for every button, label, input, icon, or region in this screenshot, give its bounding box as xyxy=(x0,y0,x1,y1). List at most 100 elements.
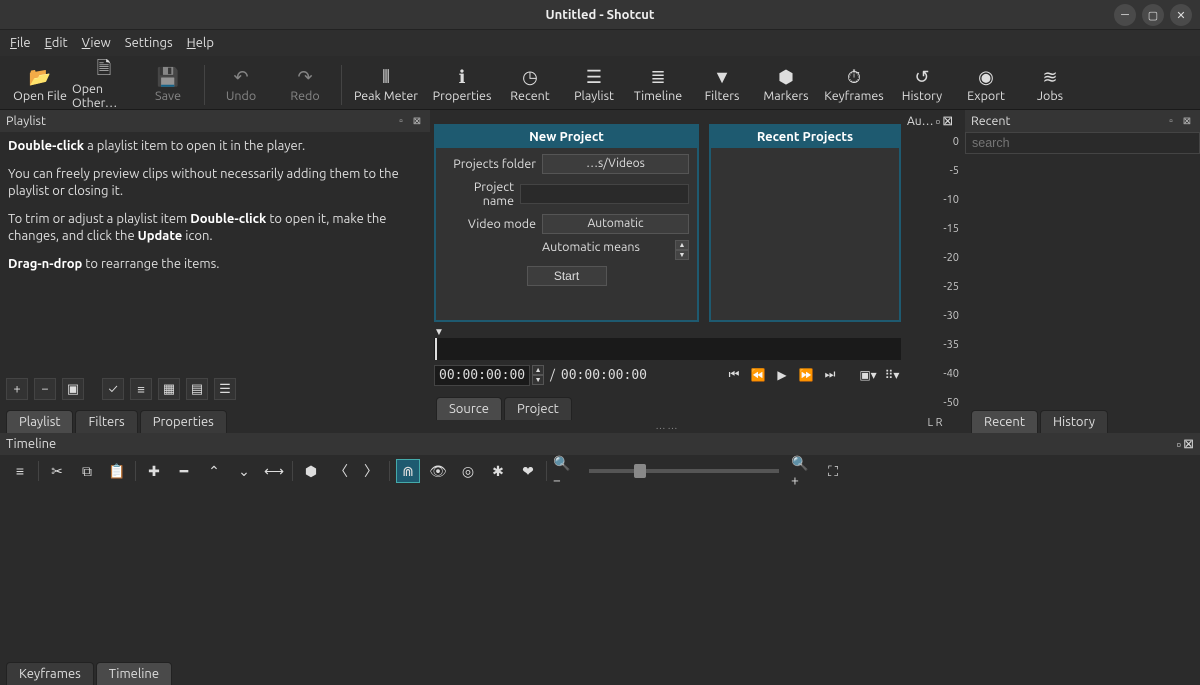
projects-folder-button[interactable]: …s/Videos xyxy=(542,154,689,174)
prev-marker-icon[interactable]: 〈 xyxy=(329,459,353,483)
ripple-icon[interactable]: ◎ xyxy=(456,459,480,483)
project-name-input[interactable] xyxy=(520,184,689,204)
panel-close-icon[interactable]: ⊠ xyxy=(410,114,424,128)
rewind-icon[interactable]: ⏪ xyxy=(749,366,767,384)
split-icon[interactable]: ⟷ xyxy=(262,459,286,483)
timeline-menu-icon[interactable]: ≡ xyxy=(8,459,32,483)
playlist-check-button[interactable]: ✓ xyxy=(102,378,124,400)
tab-playlist[interactable]: Playlist xyxy=(6,410,73,433)
minimize-button[interactable]: ─ xyxy=(1114,4,1136,26)
tab-project[interactable]: Project xyxy=(504,397,572,420)
playlist-view-tiles-button[interactable]: ▦ xyxy=(158,378,180,400)
zoom-slider[interactable] xyxy=(589,469,779,473)
timeline-button[interactable]: ≣Timeline xyxy=(626,60,690,110)
info-icon: ℹ xyxy=(459,67,466,89)
timeline-tracks[interactable] xyxy=(0,487,1200,657)
tab-keyframes[interactable]: Keyframes xyxy=(6,662,94,685)
panel-close-icon[interactable]: ⊠ xyxy=(1180,114,1194,128)
playlist-view-list-button[interactable]: ≡ xyxy=(130,378,152,400)
save-button[interactable]: 💾Save xyxy=(136,60,200,110)
ripple-markers-icon[interactable]: ❤ xyxy=(516,459,540,483)
redo-button[interactable]: ↷Redo xyxy=(273,60,337,110)
marker-add-icon[interactable]: ⬢ xyxy=(299,459,323,483)
open-file-button[interactable]: 📂Open File xyxy=(8,60,72,110)
lift-icon[interactable]: ⌃ xyxy=(202,459,226,483)
tab-properties[interactable]: Properties xyxy=(140,410,227,433)
copy-icon[interactable]: ⧉ xyxy=(75,459,99,483)
tab-filters[interactable]: Filters xyxy=(75,410,137,433)
panel-float-icon[interactable]: ▫ xyxy=(394,114,408,128)
close-button[interactable]: ✕ xyxy=(1170,4,1192,26)
center-viewer: New Project Projects folder …s/Videos Pr… xyxy=(430,110,905,433)
panel-float-icon[interactable]: ▫ xyxy=(936,114,941,129)
paste-icon[interactable]: 📋 xyxy=(105,459,129,483)
append-icon[interactable]: ✚ xyxy=(142,459,166,483)
menu-settings[interactable]: Settings xyxy=(125,36,173,50)
history-button[interactable]: ↺History xyxy=(890,60,954,110)
recent-projects-title: Recent Projects xyxy=(711,126,899,148)
tab-timeline[interactable]: Timeline xyxy=(96,662,172,685)
keyframes-button[interactable]: ⏱Keyframes xyxy=(818,60,890,110)
panel-close-icon[interactable]: ⊠ xyxy=(1183,437,1194,452)
peak-meter-button[interactable]: ⫴Peak Meter xyxy=(346,60,426,110)
menu-edit[interactable]: Edit xyxy=(45,36,68,50)
recent-button[interactable]: ◷Recent xyxy=(498,60,562,110)
zoom-fit-icon[interactable]: ▣▾ xyxy=(859,366,877,384)
remove-icon[interactable]: ━ xyxy=(172,459,196,483)
markers-button[interactable]: ⬢Markers xyxy=(754,60,818,110)
menu-file[interactable]: File xyxy=(10,36,31,50)
menu-view[interactable]: View xyxy=(82,36,111,50)
zoom-handle[interactable] xyxy=(634,464,646,478)
panel-float-icon[interactable]: ▫ xyxy=(1164,114,1178,128)
tc-up-icon[interactable]: ▲ xyxy=(532,365,544,375)
snap-icon[interactable]: ⋒ xyxy=(396,459,420,483)
zoom-fit-timeline-icon[interactable]: ⛶ xyxy=(821,459,845,483)
menu-help[interactable]: Help xyxy=(187,36,214,50)
playlist-add-button[interactable]: + xyxy=(6,378,28,400)
scrub-audio-icon[interactable]: 👁 xyxy=(426,459,450,483)
tc-down-icon[interactable]: ▼ xyxy=(532,375,544,385)
open-other-button[interactable]: 🗎Open Other… xyxy=(72,60,136,110)
marker-handle-icon[interactable]: ▼ xyxy=(430,326,905,338)
hint-scroll-down-icon[interactable]: ▼ xyxy=(675,250,689,260)
export-button[interactable]: ◉Export xyxy=(954,60,1018,110)
funnel-icon: ▼ xyxy=(713,67,731,89)
next-marker-icon[interactable]: 〉 xyxy=(359,459,383,483)
jobs-button[interactable]: ≋Jobs xyxy=(1018,60,1082,110)
tab-history[interactable]: History xyxy=(1040,410,1108,433)
zoom-in-icon[interactable]: 🔍+ xyxy=(791,459,815,483)
meter-icon: ⫴ xyxy=(382,67,390,89)
zoom-out-icon[interactable]: 🔍− xyxy=(553,459,577,483)
recent-search-input[interactable] xyxy=(965,132,1200,154)
playlist-update-button[interactable]: ▣ xyxy=(62,378,84,400)
tab-recent[interactable]: Recent xyxy=(971,410,1038,433)
scrub-bar[interactable] xyxy=(434,338,901,360)
playlist-help-text: Double-click a playlist item to open it … xyxy=(0,132,430,375)
cut-icon[interactable]: ✂ xyxy=(45,459,69,483)
playlist-view-icons-button[interactable]: ▤ xyxy=(186,378,208,400)
skip-end-icon[interactable]: ⏭ xyxy=(821,366,839,384)
properties-button[interactable]: ℹProperties xyxy=(426,60,498,110)
hint-scroll-up-icon[interactable]: ▲ xyxy=(675,240,689,250)
panel-close-icon[interactable]: ⊠ xyxy=(942,114,953,129)
playlist-button[interactable]: ☰Playlist xyxy=(562,60,626,110)
overwrite-icon[interactable]: ⌄ xyxy=(232,459,256,483)
start-button[interactable]: Start xyxy=(527,266,607,286)
filters-button[interactable]: ▼Filters xyxy=(690,60,754,110)
video-mode-select[interactable]: Automatic xyxy=(542,214,689,234)
ripple-all-icon[interactable]: ✱ xyxy=(486,459,510,483)
panel-float-icon[interactable]: ▫ xyxy=(1176,437,1181,452)
playlist-view-detail-button[interactable]: ☰ xyxy=(214,378,236,400)
play-icon[interactable]: ▶ xyxy=(773,366,791,384)
playlist-remove-button[interactable]: − xyxy=(34,378,56,400)
grid-icon[interactable]: ⠿▾ xyxy=(883,366,901,384)
project-name-label: Project name xyxy=(444,180,514,208)
tab-source[interactable]: Source xyxy=(436,397,502,420)
video-mode-hint: Automatic means xyxy=(542,240,671,260)
maximize-button[interactable]: ▢ xyxy=(1142,4,1164,26)
resize-handle-icon[interactable]: …… xyxy=(430,420,905,433)
fast-forward-icon[interactable]: ⏩ xyxy=(797,366,815,384)
skip-start-icon[interactable]: ⏮ xyxy=(725,366,743,384)
timecode-current[interactable]: 00:00:00:00 xyxy=(434,365,530,386)
undo-button[interactable]: ↶Undo xyxy=(209,60,273,110)
